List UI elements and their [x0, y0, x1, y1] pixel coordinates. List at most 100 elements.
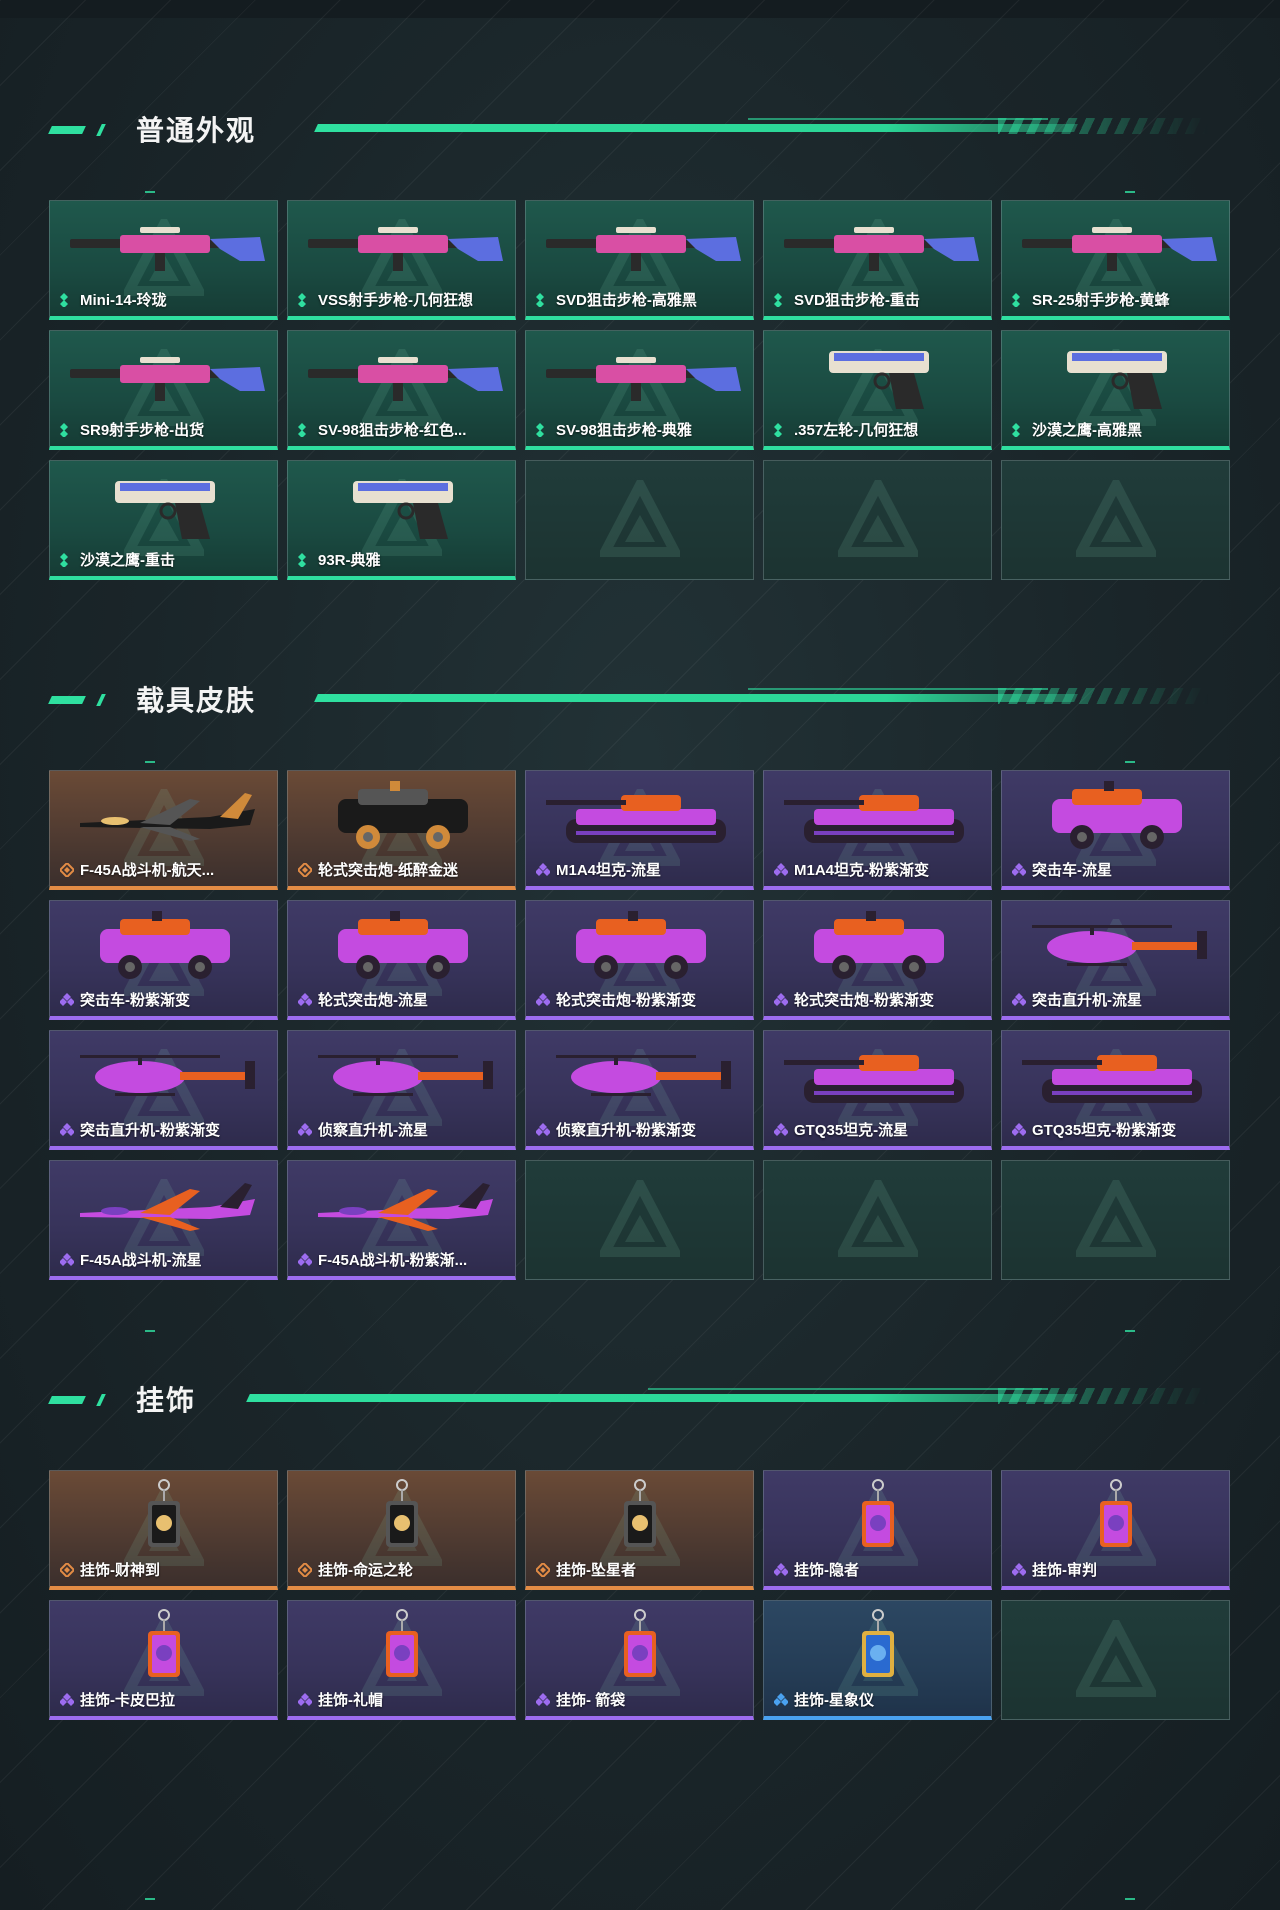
item-card[interactable]: M1A4坦克-粉紫渐变	[763, 770, 992, 890]
item-card[interactable]: 挂饰- 箭袋	[525, 1600, 754, 1720]
item-name: 挂饰-审判	[1032, 1562, 1097, 1579]
item-label: 侦察直升机-流星	[298, 1119, 428, 1140]
item-card[interactable]: 突击直升机-流星	[1001, 900, 1230, 1020]
item-name: 挂饰- 箭袋	[556, 1692, 626, 1709]
item-charm-image	[774, 1609, 983, 1681]
item-car-image	[298, 909, 507, 981]
logo-watermark-icon	[596, 1174, 683, 1260]
item-card[interactable]: 轮式突击炮-纸醉金迷	[287, 770, 516, 890]
item-label: GTQ35坦克-粉紫渐变	[1012, 1119, 1176, 1140]
item-car-image	[536, 909, 745, 981]
item-card[interactable]: SVD狙击步枪-高雅黑	[525, 200, 754, 320]
item-card[interactable]: 挂饰-财神到	[49, 1470, 278, 1590]
item-label: Mini-14-玲珑	[60, 289, 167, 310]
item-name: .357左轮-几何狂想	[794, 422, 919, 439]
empty-slot	[1001, 1600, 1230, 1720]
header-accent-bar	[48, 696, 86, 704]
rarity-diamond-icon	[536, 1122, 550, 1137]
tick-mark	[1125, 761, 1135, 763]
tick-mark	[1125, 1898, 1135, 1900]
item-name: 侦察直升机-粉紫渐变	[556, 1122, 696, 1139]
rarity-diamond-icon	[774, 862, 788, 877]
item-name: F-45A战斗机-航天...	[80, 862, 215, 879]
item-card[interactable]: SVD狙击步枪-重击	[763, 200, 992, 320]
item-rifle-image	[298, 339, 507, 411]
item-heli-image	[298, 1039, 507, 1111]
item-card[interactable]: SV-98狙击步枪-红色...	[287, 330, 516, 450]
item-name: M1A4坦克-粉紫渐变	[794, 862, 930, 879]
header-line	[246, 1394, 1078, 1402]
rarity-diamond-icon	[1012, 1122, 1026, 1137]
rarity-diamond-icon	[60, 552, 74, 567]
item-card[interactable]: 挂饰-坠星者	[525, 1470, 754, 1590]
item-card[interactable]: 挂饰-命运之轮	[287, 1470, 516, 1590]
item-pistol-image	[298, 469, 507, 541]
rarity-diamond-icon	[1012, 292, 1026, 307]
rarity-diamond-icon	[536, 1692, 550, 1707]
item-card[interactable]: 突击车-粉紫渐变	[49, 900, 278, 1020]
item-card[interactable]: 轮式突击炮-流星	[287, 900, 516, 1020]
tick-mark	[145, 1898, 155, 1900]
item-card[interactable]: 挂饰-审判	[1001, 1470, 1230, 1590]
item-card[interactable]: 93R-典雅	[287, 460, 516, 580]
item-card[interactable]: F-45A战斗机-航天...	[49, 770, 278, 890]
item-heli-image	[1012, 909, 1221, 981]
empty-slot	[1001, 1160, 1230, 1280]
tick-mark	[145, 191, 155, 193]
item-card[interactable]: F-45A战斗机-流星	[49, 1160, 278, 1280]
item-rifle-image	[60, 339, 269, 411]
empty-slot	[1001, 460, 1230, 580]
empty-slot	[525, 460, 754, 580]
item-label: 突击车-流星	[1012, 859, 1112, 880]
item-card[interactable]: 挂饰-星象仪	[763, 1600, 992, 1720]
item-card[interactable]: 沙漠之鹰-高雅黑	[1001, 330, 1230, 450]
section-title: 载具皮肤	[136, 685, 257, 716]
item-label: .357左轮-几何狂想	[774, 419, 918, 440]
item-charm-image	[536, 1609, 745, 1681]
item-card[interactable]: 突击直升机-粉紫渐变	[49, 1030, 278, 1150]
item-card[interactable]: VSS射手步枪-几何狂想	[287, 200, 516, 320]
item-card[interactable]: SV-98狙击步枪-典雅	[525, 330, 754, 450]
item-card[interactable]: 轮式突击炮-粉紫渐变	[763, 900, 992, 1020]
item-name: SVD狙击步枪-高雅黑	[556, 292, 697, 309]
item-card[interactable]: 挂饰-礼帽	[287, 1600, 516, 1720]
item-charm-image	[60, 1479, 269, 1551]
item-card[interactable]: 挂饰-卡皮巴拉	[49, 1600, 278, 1720]
item-card[interactable]: M1A4坦克-流星	[525, 770, 754, 890]
item-heli-image	[536, 1039, 745, 1111]
item-card[interactable]: SR-25射手步枪-黄蜂	[1001, 200, 1230, 320]
rarity-diamond-icon	[774, 1562, 788, 1577]
item-card[interactable]: 突击车-流星	[1001, 770, 1230, 890]
item-label: SV-98狙击步枪-典雅	[536, 419, 692, 440]
item-charm-image	[774, 1479, 983, 1551]
item-name: 挂饰-星象仪	[794, 1692, 874, 1709]
item-rifle-image	[60, 209, 269, 281]
item-card[interactable]: 轮式突击炮-粉紫渐变	[525, 900, 754, 1020]
item-name: SR9射手步枪-出货	[80, 422, 205, 439]
item-card[interactable]: SR9射手步枪-出货	[49, 330, 278, 450]
item-car-image	[1012, 779, 1221, 851]
item-label: 挂饰- 箭袋	[536, 1689, 625, 1710]
item-card[interactable]: 沙漠之鹰-重击	[49, 460, 278, 580]
item-label: 轮式突击炮-纸醉金迷	[298, 859, 458, 880]
rarity-diamond-icon	[60, 292, 74, 307]
item-card[interactable]: Mini-14-玲珑	[49, 200, 278, 320]
item-card[interactable]: .357左轮-几何狂想	[763, 330, 992, 450]
rarity-diamond-icon	[298, 862, 312, 877]
item-card[interactable]: GTQ35坦克-流星	[763, 1030, 992, 1150]
item-card[interactable]: 挂饰-隐者	[763, 1470, 992, 1590]
item-pistol-image	[774, 339, 983, 411]
item-card[interactable]: 侦察直升机-流星	[287, 1030, 516, 1150]
item-car-image	[60, 909, 269, 981]
item-label: 挂饰-星象仪	[774, 1689, 874, 1710]
section-header: 载具皮肤	[48, 678, 1208, 718]
item-card[interactable]: 侦察直升机-粉紫渐变	[525, 1030, 754, 1150]
item-card[interactable]: GTQ35坦克-粉紫渐变	[1001, 1030, 1230, 1150]
item-name: GTQ35坦克-流星	[794, 1122, 909, 1139]
item-jet-image	[60, 779, 269, 851]
item-name: 93R-典雅	[318, 552, 381, 569]
item-card[interactable]: F-45A战斗机-粉紫渐...	[287, 1160, 516, 1280]
item-label: F-45A战斗机-航天...	[60, 859, 214, 880]
section-header: 普通外观	[48, 108, 1208, 148]
rarity-diamond-icon	[1012, 992, 1026, 1007]
